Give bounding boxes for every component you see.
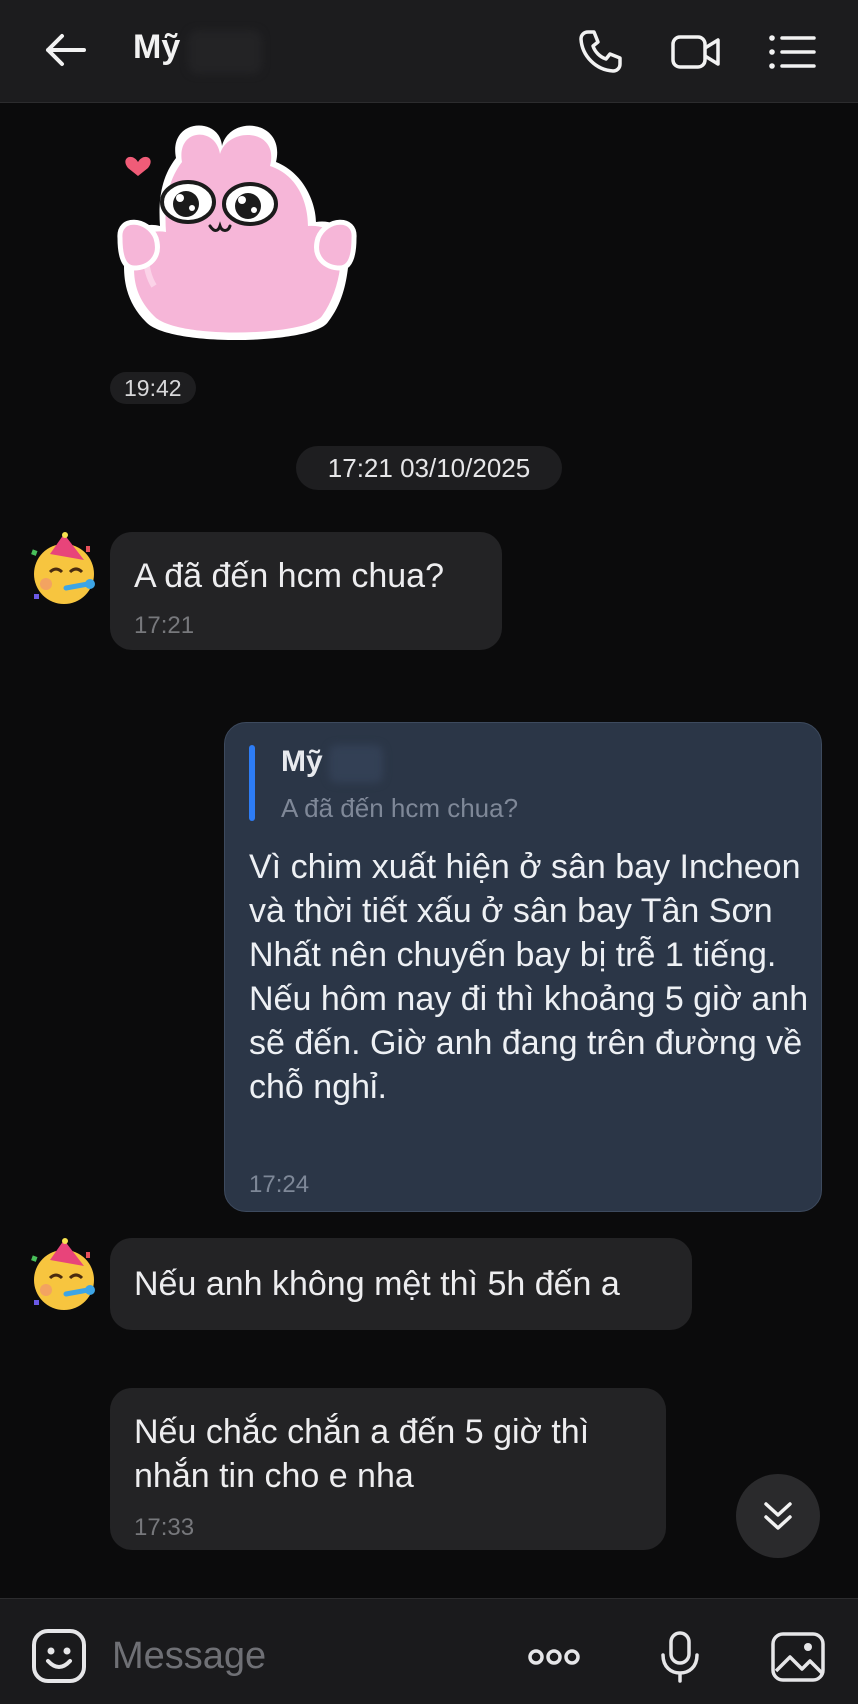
- sticker-time: 19:42: [110, 372, 196, 404]
- message-text: Nếu anh không mệt thì 5h đến a: [134, 1265, 620, 1303]
- scroll-to-bottom-button[interactable]: [736, 1474, 820, 1558]
- message-bubble-incoming[interactable]: Nếu anh không mệt thì 5h đến a: [110, 1238, 692, 1330]
- avatar[interactable]: [26, 532, 102, 608]
- contact-name[interactable]: Mỹ: [133, 28, 180, 67]
- emoji-icon[interactable]: [30, 1627, 88, 1685]
- redacted-name-blur: [329, 745, 383, 783]
- gallery-icon[interactable]: [770, 1629, 826, 1685]
- message-bubble-incoming[interactable]: A đã đến hcm chua? 17:21: [110, 532, 502, 650]
- phone-icon[interactable]: [574, 26, 626, 78]
- message-time: 17:21: [134, 612, 195, 639]
- back-arrow-icon[interactable]: [40, 24, 92, 76]
- menu-list-icon[interactable]: [766, 26, 818, 78]
- message-text: Vì chim xuất hiện ở sân bay Incheon và t…: [249, 848, 809, 1106]
- microphone-icon[interactable]: [652, 1629, 708, 1685]
- reply-quoted-text[interactable]: A đã đến hcm chua?: [281, 793, 518, 824]
- message-time: 17:24: [249, 1171, 310, 1198]
- message-text: A đã đến hcm chua?: [134, 557, 445, 595]
- message-text: Nếu chắc chắn a đến 5 giờ thì nhắn tin c…: [134, 1413, 590, 1495]
- video-icon[interactable]: [670, 26, 722, 78]
- message-bubble-incoming[interactable]: Nếu chắc chắn a đến 5 giờ thì nhắn tin c…: [110, 1388, 666, 1550]
- reply-quoted-name[interactable]: Mỹ: [281, 745, 323, 779]
- message-composer: [0, 1598, 858, 1704]
- scroll-down-icon: [764, 1502, 792, 1530]
- reply-quote-bar: [249, 745, 255, 821]
- redacted-name-blur: [188, 30, 262, 74]
- chat-screen: Mỹ 19:42 17:21 03/10/2025 A đã đến hcm c…: [0, 0, 858, 1704]
- date-divider: 17:21 03/10/2025: [296, 446, 562, 490]
- message-bubble-outgoing[interactable]: Mỹ A đã đến hcm chua? Vì chim xuất hiện …: [224, 722, 822, 1212]
- more-dots-icon[interactable]: [526, 1629, 582, 1685]
- bunny-sticker[interactable]: [110, 118, 365, 350]
- message-time: 17:33: [134, 1514, 195, 1541]
- message-input[interactable]: [110, 1625, 494, 1687]
- chat-header: Mỹ: [0, 0, 858, 103]
- avatar[interactable]: [26, 1238, 102, 1314]
